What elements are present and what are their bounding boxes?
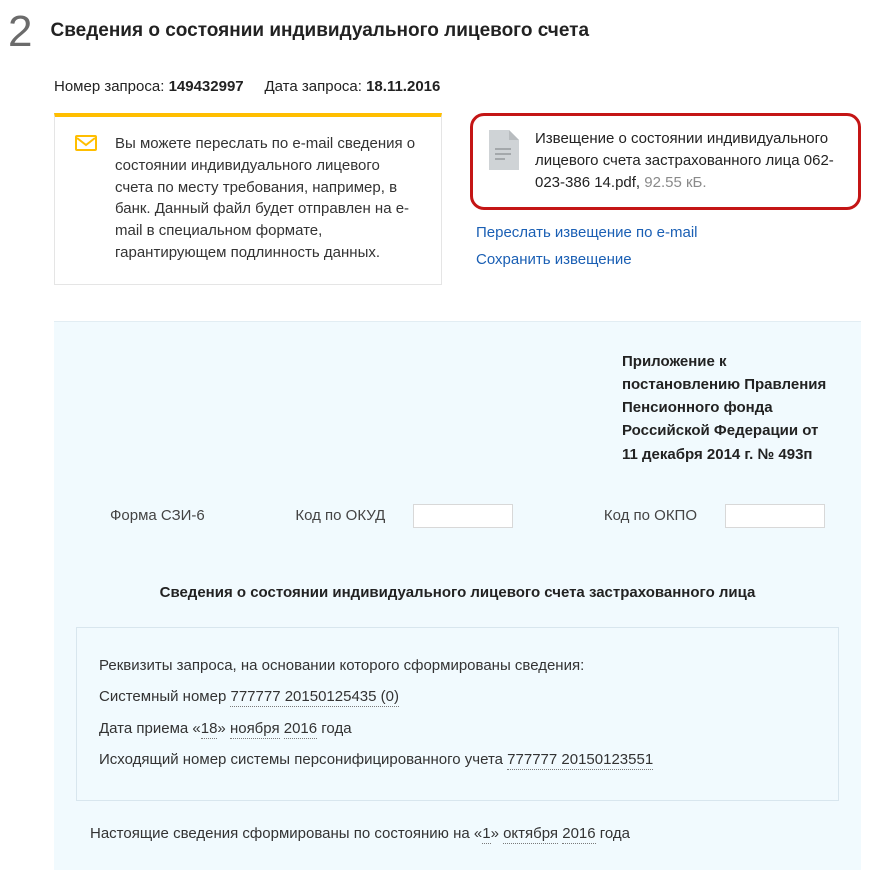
request-date-value: 18.11.2016 <box>366 78 440 95</box>
save-file-link[interactable]: Сохранить извещение <box>476 251 861 268</box>
status-month: октября <box>503 825 558 844</box>
system-number-value: 777777 20150125435 (0) <box>230 688 399 707</box>
accept-month: ноября <box>230 720 280 739</box>
accept-day: 18 <box>201 720 218 739</box>
request-details-box: Реквизиты запроса, на основании которого… <box>76 627 839 801</box>
status-date-line: Настоящие сведения сформированы по состо… <box>62 801 853 842</box>
okud-field <box>413 504 513 528</box>
forward-email-link[interactable]: Переслать извещение по e-mail <box>476 224 861 241</box>
document-icon <box>487 130 519 170</box>
mail-icon <box>75 135 97 151</box>
document-title: Сведения о состоянии индивидуального лиц… <box>62 584 853 601</box>
email-info-card: Вы можете переслать по e-mail сведения о… <box>54 113 442 285</box>
accept-date-label-post: года <box>317 720 351 737</box>
request-number-label: Номер запроса: <box>54 78 164 95</box>
file-attachment[interactable]: Извещение о состоянии индивидуального ли… <box>470 113 861 210</box>
status-year: 2016 <box>562 825 595 844</box>
okpo-field <box>725 504 825 528</box>
accept-date-label-pre: Дата приема « <box>99 720 201 737</box>
okud-label: Код по ОКУД <box>295 507 385 524</box>
status-pre: Настоящие сведения сформированы по состо… <box>90 825 482 842</box>
step-number: 2 <box>8 10 32 54</box>
system-number-label: Системный номер <box>99 688 230 705</box>
status-day: 1 <box>482 825 490 844</box>
request-details-intro: Реквизиты запроса, на основании которого… <box>99 650 816 682</box>
accept-year: 2016 <box>284 720 317 739</box>
okpo-label: Код по ОКПО <box>604 507 697 524</box>
request-number-value: 149432997 <box>169 78 244 95</box>
document-preview-panel: Приложение к постановлению Правления Пен… <box>54 321 861 870</box>
file-size: 92.55 кБ. <box>644 174 706 191</box>
page-title: Сведения о состоянии индивидуального лиц… <box>50 10 589 42</box>
outgoing-number-label: Исходящий номер системы персонифицирован… <box>99 751 507 768</box>
request-date-label: Дата запроса: <box>265 78 362 95</box>
status-mid: » <box>491 825 504 842</box>
request-meta: Номер запроса: 149432997 Дата запроса: 1… <box>0 54 873 113</box>
email-info-text: Вы можете переслать по e-mail сведения о… <box>115 133 421 264</box>
outgoing-number-value: 777777 20150123551 <box>507 751 653 770</box>
form-code-label: Форма СЗИ-6 <box>110 507 205 524</box>
status-post: года <box>596 825 630 842</box>
annex-text: Приложение к постановлению Правления Пен… <box>622 350 829 466</box>
accept-date-label-mid: » <box>217 720 230 737</box>
